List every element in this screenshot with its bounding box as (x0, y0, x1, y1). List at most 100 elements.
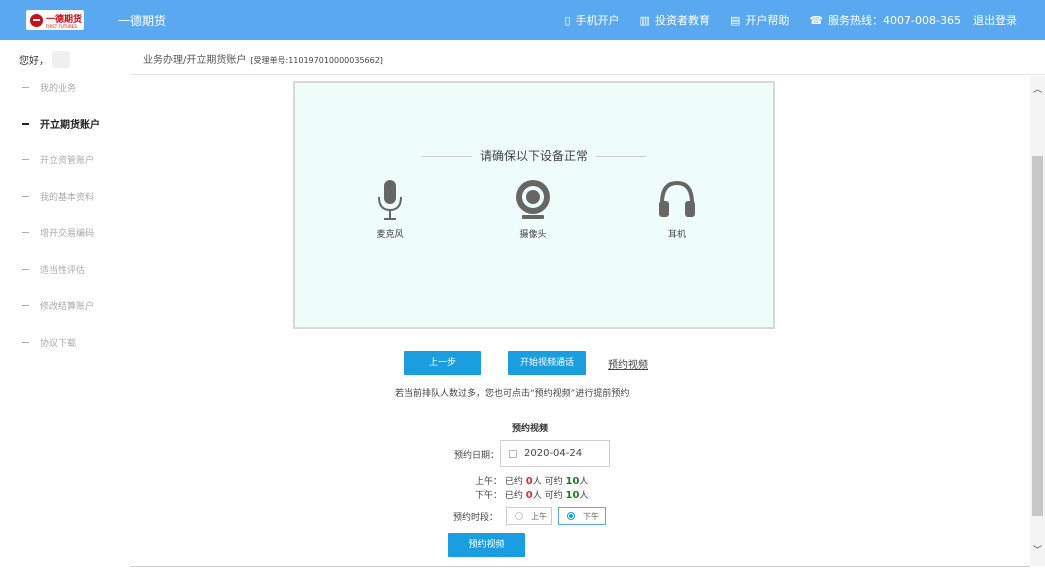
guide-icon: ▤ (729, 13, 741, 27)
radio-label: 下午 (583, 511, 599, 521)
nav-investor-education[interactable]: ▥ 投资者教育 (640, 12, 710, 28)
start-video-call-button[interactable]: 开始视频通话 (508, 351, 586, 375)
nav-label: 开户帮助 (745, 14, 790, 27)
appointment-title: 预约视频 (512, 424, 549, 434)
main-content: 业务办理/开立期货账户 [受理单号:110197010000035662] 请确… (130, 40, 1045, 571)
queue-hint-text: 若当前排队人数过多，您也可点击“预约视频”进行提前预约 (395, 389, 630, 399)
device-check-panel: 请确保以下设备正常 麦克风 摄像头 耳机 (293, 81, 775, 329)
greeting-text: 您好， (19, 56, 49, 67)
booked-prefix: 已约 (504, 491, 523, 501)
hotline-text: 服务热线：4007-008-365 (828, 14, 961, 27)
dash-icon (22, 87, 29, 88)
sidebar-item-label: 开立资管账户 (40, 156, 95, 166)
calendar-icon (509, 449, 517, 458)
logout-link[interactable]: 退出登录 (973, 12, 1017, 28)
sidebar-item-label: 我的业务 (40, 84, 77, 94)
unit-text: 人 可约 (532, 491, 563, 501)
dash-icon (22, 196, 29, 197)
slot-am-radio[interactable]: 上午 (506, 507, 552, 525)
service-hotline: ☎ 服务热线：4007-008-365 (809, 12, 961, 28)
pm-label: 下午： (475, 491, 503, 501)
sidebar-item-label: 开立期货账户 (40, 120, 100, 131)
user-name-masked (52, 51, 70, 68)
slot-label: 预约时段： (452, 513, 498, 523)
pm-availability: 下午： 已约 0人 可约 10人 (475, 488, 588, 501)
sidebar-item-label: 增开交易编码 (40, 229, 95, 239)
sidebar-item-open-asset-account[interactable]: 开立资管账户 (22, 153, 94, 166)
date-input[interactable]: 2020-04-24 (500, 440, 610, 467)
logo-subtext: FIRST FUTURES (46, 24, 77, 29)
pm-available-count: 10 (565, 490, 580, 501)
breadcrumb: 业务办理/开立期货账户 [受理单号:110197010000035662] (143, 51, 383, 66)
prev-step-button[interactable]: 上一步 (404, 351, 481, 375)
dash-icon (22, 232, 29, 233)
hotline-icon: ☎ (809, 13, 824, 27)
title-line-left (422, 156, 473, 157)
headphones-icon (659, 180, 695, 217)
nav-account-help[interactable]: ▤ 开户帮助 (730, 12, 789, 28)
date-label: 预约日期： (453, 451, 499, 461)
sidebar-item-label: 协议下载 (40, 339, 77, 349)
sidebar-item-open-futures-account[interactable]: 开立期货账户 (22, 116, 100, 131)
slot-pm-radio[interactable]: 下午 (558, 507, 606, 525)
dash-icon (22, 305, 29, 306)
device-camera: 摄像头 (503, 179, 563, 240)
header-nav: ▯ 手机开户 ▥ 投资者教育 ▤ 开户帮助 ☎ 服务热线：4007-008-36… (544, 12, 1017, 28)
dash-icon (22, 269, 29, 270)
sidebar-item-agreement-download[interactable]: 协议下载 (22, 336, 76, 349)
pm-booked-count: 0 (525, 490, 533, 501)
unit-text: 人 可约 (532, 477, 563, 487)
top-header: 一德期货 FIRST FUTURES 一德期货 ▯ 手机开户 ▥ 投资者教育 ▤… (0, 0, 1045, 40)
dash-icon (22, 342, 29, 343)
sidebar-item-label: 修改结算账户 (40, 302, 95, 312)
company-logo[interactable]: 一德期货 FIRST FUTURES (26, 10, 84, 30)
submit-appointment-button[interactable]: 预约视频 (448, 533, 525, 557)
radio-label: 上午 (531, 511, 547, 521)
am-available-count: 10 (565, 476, 580, 487)
radio-selected-icon (567, 512, 575, 520)
camera-icon (516, 180, 550, 219)
brand-name: 一德期货 (118, 14, 167, 28)
device-label: 耳机 (667, 230, 686, 240)
device-headphones: 耳机 (647, 179, 707, 240)
breadcrumb-path: 业务办理/开立期货账户 (143, 55, 247, 66)
scrollbar-thumb[interactable] (1032, 156, 1043, 516)
sidebar-item-label: 适当性评估 (40, 266, 86, 276)
sidebar: 您好， 我的业务 开立期货账户 开立资管账户 我的基本资料 增开交易编码 适当性… (0, 40, 130, 571)
book-video-link[interactable]: 预约视频 (608, 356, 648, 371)
sidebar-item-settlement-account[interactable]: 修改结算账户 (22, 299, 94, 312)
nav-label: 手机开户 (575, 14, 620, 27)
bottom-divider (130, 566, 1030, 567)
scroll-up-arrow-icon[interactable]: ︿ (1032, 85, 1043, 96)
radio-circle-icon (515, 512, 523, 520)
device-label: 麦克风 (376, 230, 404, 240)
microphone-icon (378, 180, 402, 220)
unit-text: 人 (579, 491, 589, 501)
device-check-title: 请确保以下设备正常 (295, 147, 773, 164)
title-line-right (595, 156, 646, 157)
dash-icon (22, 122, 29, 125)
order-number: [受理单号:110197010000035662] (250, 56, 383, 65)
logo-mark-icon (30, 13, 43, 27)
nav-label: 投资者教育 (654, 14, 710, 27)
am-booked-count: 0 (525, 476, 533, 487)
sidebar-item-basic-info[interactable]: 我的基本资料 (22, 190, 94, 203)
nav-mobile-account[interactable]: ▯ 手机开户 (564, 12, 619, 28)
dash-icon (22, 159, 29, 160)
user-greeting: 您好， (19, 51, 70, 68)
date-value: 2020-04-24 (524, 448, 583, 459)
sidebar-item-my-business[interactable]: 我的业务 (22, 81, 76, 94)
scroll-down-arrow-icon[interactable]: ﹀ (1032, 546, 1043, 557)
device-check-title-text: 请确保以下设备正常 (479, 149, 588, 163)
unit-text: 人 (579, 477, 589, 487)
booked-prefix: 已约 (504, 477, 523, 487)
sidebar-item-add-trading-code[interactable]: 增开交易编码 (22, 226, 94, 239)
phone-icon: ▯ (564, 13, 571, 27)
sidebar-item-suitability[interactable]: 适当性评估 (22, 263, 85, 276)
am-label: 上午： (475, 477, 503, 487)
device-microphone: 麦克风 (360, 179, 420, 240)
book-icon: ▥ (639, 13, 650, 27)
sidebar-item-label: 我的基本资料 (40, 193, 95, 203)
header-divider (130, 74, 1045, 75)
device-label: 摄像头 (519, 230, 547, 240)
